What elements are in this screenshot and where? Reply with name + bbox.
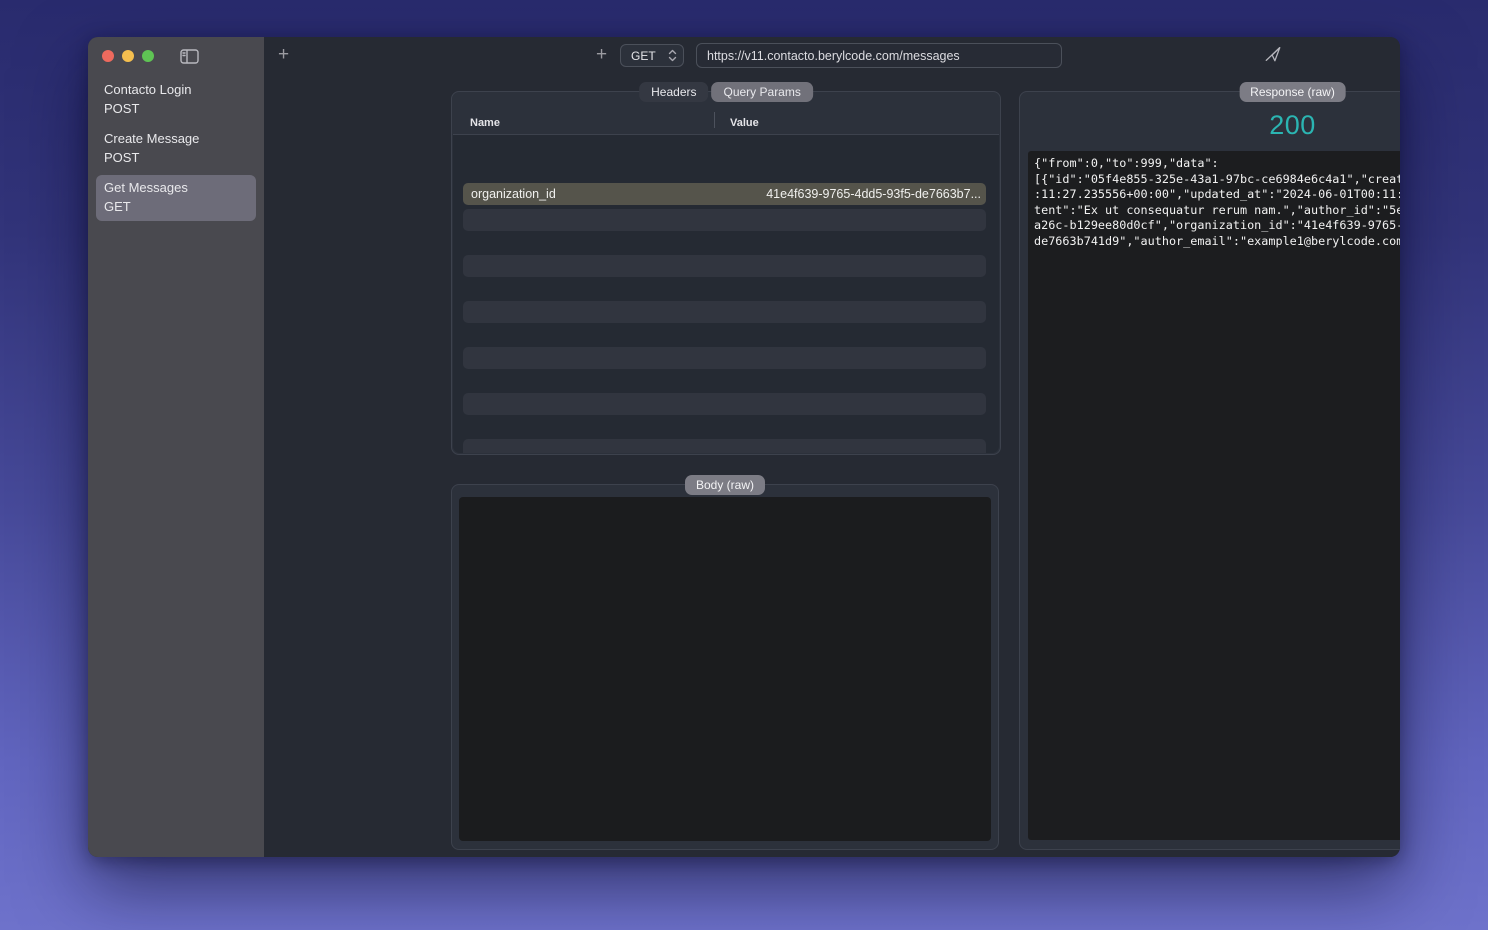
response-body: {"from":0,"to":999,"data": [{"id":"05f4e… bbox=[1028, 151, 1400, 840]
url-input[interactable] bbox=[696, 43, 1062, 68]
empty-param-row bbox=[463, 255, 986, 277]
response-status-code: 200 bbox=[1020, 110, 1400, 141]
param-name-cell: organization_id bbox=[463, 187, 717, 201]
close-window-button[interactable] bbox=[102, 50, 114, 62]
method-select-value: GET bbox=[631, 49, 656, 63]
column-divider bbox=[714, 112, 715, 128]
column-header-value: Value bbox=[730, 117, 759, 129]
empty-param-row bbox=[463, 393, 986, 415]
chevron-up-down-icon bbox=[668, 49, 677, 62]
request-list-item[interactable]: Create MessagePOST bbox=[96, 126, 256, 172]
request-name: Contacto Login bbox=[104, 80, 248, 99]
add-request-button[interactable]: + bbox=[596, 45, 607, 64]
titlebar bbox=[88, 37, 264, 75]
sidebar: Contacto LoginPOSTCreate MessagePOSTGet … bbox=[88, 37, 264, 857]
request-method: POST bbox=[104, 99, 248, 118]
new-tab-button[interactable]: + bbox=[278, 45, 289, 64]
zoom-window-button[interactable] bbox=[142, 50, 154, 62]
empty-param-row bbox=[463, 301, 986, 323]
request-name: Get Messages bbox=[104, 178, 248, 197]
request-tabs: Headers Query Params bbox=[639, 82, 813, 102]
request-method: GET bbox=[104, 197, 248, 216]
method-select[interactable]: GET bbox=[620, 44, 684, 67]
empty-param-row bbox=[463, 439, 986, 453]
response-panel: Response (raw) 200 {"from":0,"to":999,"d… bbox=[1019, 91, 1400, 850]
minimize-window-button[interactable] bbox=[122, 50, 134, 62]
tab-headers[interactable]: Headers bbox=[639, 82, 708, 102]
traffic-lights bbox=[102, 50, 154, 62]
request-params-panel: Headers Query Params Name Value organiza… bbox=[451, 91, 1001, 455]
params-table: organization_id 41e4f639-9765-4dd5-93f5-… bbox=[453, 134, 999, 453]
empty-param-row bbox=[463, 347, 986, 369]
send-request-button[interactable] bbox=[1264, 45, 1282, 63]
response-label: Response (raw) bbox=[1239, 82, 1346, 102]
tab-query-params[interactable]: Query Params bbox=[712, 82, 813, 102]
request-list-item[interactable]: Get MessagesGET bbox=[96, 175, 256, 221]
request-method: POST bbox=[104, 148, 248, 167]
body-label: Body (raw) bbox=[685, 475, 765, 495]
request-body-panel: Body (raw) bbox=[451, 484, 999, 850]
empty-param-row bbox=[463, 209, 986, 231]
column-header-name: Name bbox=[470, 117, 500, 129]
paper-plane-icon bbox=[1264, 45, 1282, 63]
request-list-item[interactable]: Contacto LoginPOST bbox=[96, 77, 256, 123]
body-editor[interactable] bbox=[459, 497, 991, 841]
request-name: Create Message bbox=[104, 129, 248, 148]
sidebar-toggle-icon[interactable] bbox=[180, 49, 199, 64]
request-list: Contacto LoginPOSTCreate MessagePOSTGet … bbox=[88, 75, 264, 226]
param-value-cell: 41e4f639-9765-4dd5-93f5-de7663b7... bbox=[717, 187, 986, 201]
app-window: Contacto LoginPOSTCreate MessagePOSTGet … bbox=[88, 37, 1400, 857]
main-area: + + GET Headers Query Params Name bbox=[264, 37, 1400, 857]
param-row-organization-id[interactable]: organization_id 41e4f639-9765-4dd5-93f5-… bbox=[463, 183, 986, 205]
